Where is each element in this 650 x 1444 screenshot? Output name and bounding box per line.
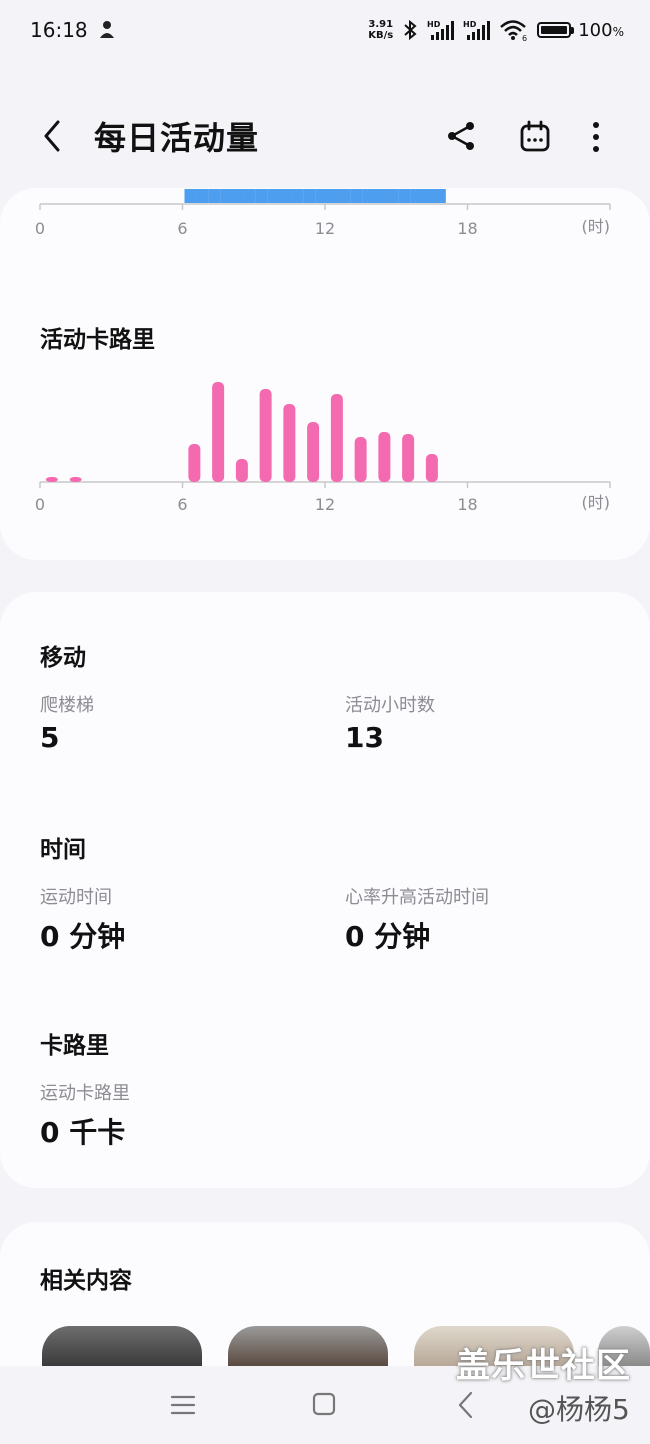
x-tick-label: 6: [177, 495, 187, 514]
x-tick-label: 12: [315, 219, 335, 238]
stairs-label: 爬楼梯: [40, 695, 94, 716]
activity-slot-bar: [196, 189, 209, 203]
battery-icon: 100%: [537, 20, 624, 41]
activity-slot-bar: [232, 189, 244, 203]
x-tick-label: 0: [35, 219, 45, 238]
activity-slot-bar: [362, 189, 375, 203]
active-hours-label: 活动小时数: [345, 695, 435, 716]
page-title: 每日活动量: [94, 119, 260, 157]
time-title: 时间: [40, 837, 86, 863]
wifi-label: 6: [522, 34, 527, 42]
signal-hd-label: HD: [427, 20, 441, 29]
x-tick-label: 18: [457, 219, 477, 238]
x-tick-label: 12: [315, 495, 335, 514]
active-hours-value: 13: [345, 721, 384, 754]
watermark-text: 盖乐世社区: [456, 1346, 631, 1386]
status-time: 16:18: [30, 18, 88, 42]
activity-slot-bar: [267, 189, 280, 203]
activity-slot-bar: [374, 189, 387, 203]
activity-slot-bar: [398, 189, 411, 203]
stairs-value: 5: [40, 721, 60, 754]
signal-icon-2: HD: [463, 20, 491, 40]
calories-title: 卡路里: [40, 1033, 109, 1059]
x-tick-label: 18: [457, 495, 477, 514]
back-nav-icon[interactable]: [456, 1390, 476, 1420]
notification-icon: [100, 21, 114, 38]
hr-time-label: 心率升高活动时间: [345, 887, 489, 908]
activity-slot-bar: [422, 189, 434, 203]
x-tick-label: 0: [35, 495, 45, 514]
net-speed-value: 3.91: [368, 19, 394, 30]
watermark-user: @杨杨5: [528, 1393, 630, 1426]
activity-slot-bar: [243, 189, 256, 203]
calorie-bar: [45, 477, 58, 482]
calorie-bar: [235, 459, 248, 482]
activity-slot-bar: [291, 189, 304, 203]
wifi-icon: 6: [500, 20, 527, 42]
related-thumbnail[interactable]: [228, 1326, 388, 1366]
activity-slot-bar: [279, 189, 292, 203]
calorie-bar: [212, 382, 225, 482]
activity-slot-bar: [386, 189, 399, 203]
hr-time-value: 0 分钟: [345, 920, 431, 953]
net-speed: 3.91 KB/s: [368, 19, 393, 41]
share-icon[interactable]: [446, 120, 478, 152]
activity-slot-bar: [410, 189, 423, 203]
activity-slot-bar: [327, 189, 339, 203]
calorie-bar: [330, 394, 343, 482]
activity-slot-bar: [208, 189, 221, 203]
bluetooth-icon: [404, 19, 417, 41]
activity-slot-bar: [433, 189, 446, 203]
activity-slot-bar: [350, 189, 363, 203]
calorie-bar: [69, 477, 82, 482]
move-title: 移动: [40, 645, 86, 671]
net-speed-unit: KB/s: [368, 30, 394, 41]
exercise-cal-value: 0 千卡: [40, 1116, 126, 1149]
activity-slot-bar: [220, 189, 233, 203]
calorie-bar: [307, 422, 320, 482]
x-unit-label: (时): [582, 217, 611, 236]
calorie-bar: [402, 434, 415, 482]
recents-icon[interactable]: [170, 1393, 196, 1417]
calorie-bar: [354, 437, 367, 482]
calorie-chart: 0 6 12 18 (时): [35, 382, 611, 514]
activity-slot-bar: [255, 189, 268, 203]
calendar-icon[interactable]: [518, 120, 552, 154]
signal-icon: HD: [427, 20, 455, 40]
activity-slot-bar: [303, 189, 316, 203]
calorie-bar: [378, 432, 391, 482]
related-title: 相关内容: [40, 1268, 132, 1294]
calorie-bar: [425, 454, 438, 482]
activity-slot-bar: [184, 189, 197, 203]
activity-timeline-chart: 0 6 12 18 (时): [35, 189, 611, 238]
calorie-chart-title: 活动卡路里: [40, 327, 155, 353]
exercise-time-label: 运动时间: [40, 887, 112, 908]
x-tick-label: 6: [177, 219, 187, 238]
related-thumbnail[interactable]: [42, 1326, 202, 1366]
exercise-time-value: 0 分钟: [40, 920, 126, 953]
calorie-bar: [259, 389, 272, 482]
x-unit-label: (时): [582, 493, 611, 512]
status-icons: 3.91 KB/s HD HD 6 100%: [368, 18, 624, 42]
more-icon[interactable]: [586, 120, 606, 154]
exercise-cal-label: 运动卡路里: [40, 1083, 130, 1104]
battery-percent: 100%: [578, 19, 624, 41]
activity-slot-bar: [338, 189, 351, 203]
calorie-bar: [283, 404, 296, 482]
activity-slot-bar: [315, 189, 328, 203]
home-icon[interactable]: [312, 1392, 336, 1416]
back-icon[interactable]: [38, 118, 68, 154]
signal-hd-label-2: HD: [463, 20, 477, 29]
calorie-bar: [188, 444, 201, 482]
